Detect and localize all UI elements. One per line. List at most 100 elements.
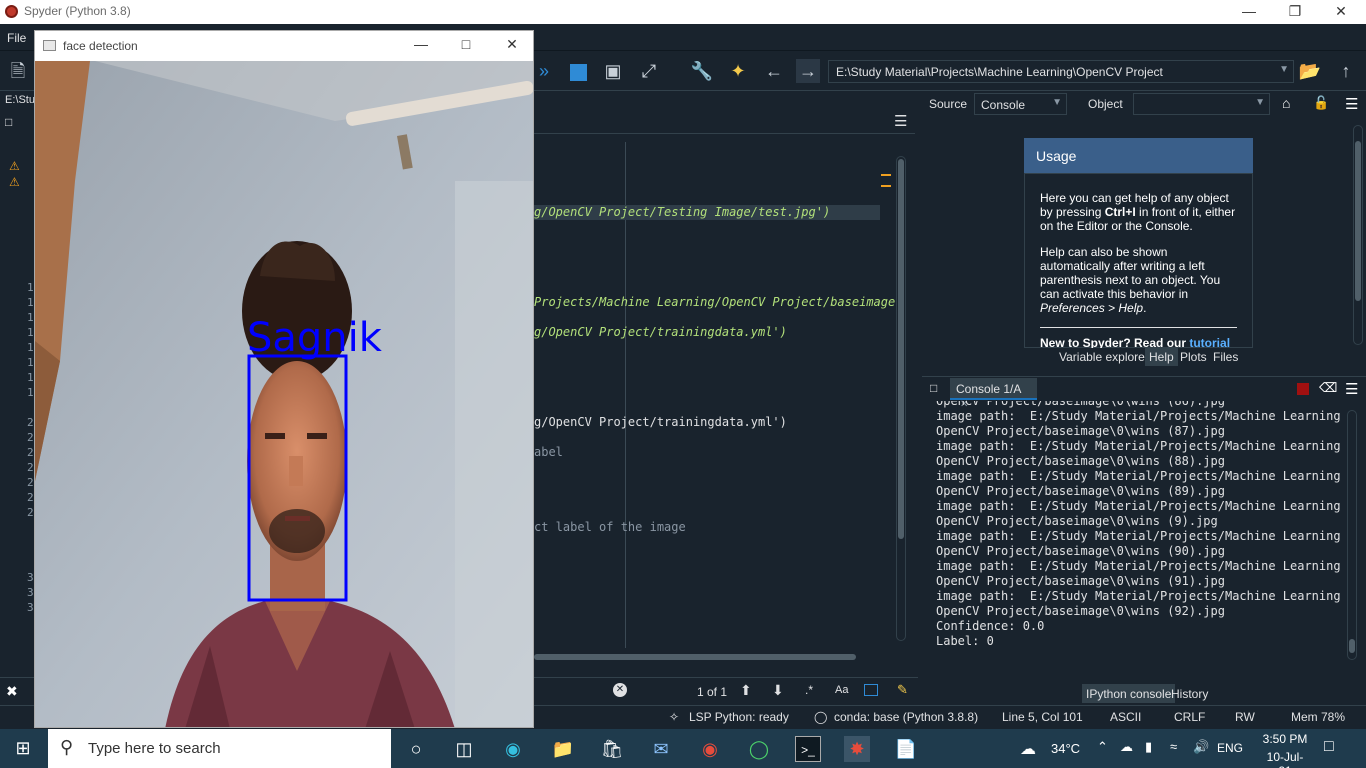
chevron-down-icon[interactable]: ▼: [1255, 97, 1265, 108]
tray-chevron-up-icon[interactable]: ⌃: [1097, 739, 1108, 755]
face-window-title: face detection: [63, 39, 138, 53]
mail-icon[interactable]: ✉: [648, 736, 674, 762]
tab-help[interactable]: Help: [1145, 348, 1178, 366]
lock-icon[interactable]: 🔓: [1313, 95, 1329, 111]
line-number: 2: [27, 416, 34, 429]
console-line: image path: E:/Study Material/Projects/M…: [936, 409, 1341, 423]
edge-icon[interactable]: ◉: [500, 736, 526, 762]
tab-plots[interactable]: Plots: [1176, 348, 1211, 366]
help-scrollbar[interactable]: [1353, 125, 1363, 345]
anaconda-icon[interactable]: ◯: [746, 736, 772, 762]
whole-word-icon[interactable]: [864, 684, 878, 696]
console-line: image path: E:/Study Material/Projects/M…: [936, 439, 1341, 453]
tab-variable-explorer[interactable]: Variable explorer: [1055, 348, 1153, 366]
console-window-icon[interactable]: □: [930, 381, 937, 395]
console-line: image path: E:/Study Material/Projects/M…: [936, 499, 1341, 513]
tab-ipython-console[interactable]: IPython console: [1082, 684, 1176, 703]
task-view-icon[interactable]: ◫: [451, 736, 477, 762]
weather-icon[interactable]: ☁: [1020, 739, 1036, 759]
close-button[interactable]: ✕: [1318, 0, 1364, 24]
file-icon[interactable]: 📄: [893, 736, 919, 762]
maximize-button[interactable]: □: [456, 36, 476, 52]
preferences-wrench-icon[interactable]: 🔧: [690, 59, 714, 83]
run-cell-advance-icon[interactable]: »: [532, 59, 556, 83]
minimize-button[interactable]: —: [1226, 0, 1272, 24]
stop-debug-icon[interactable]: [566, 59, 590, 83]
maximize-pane-icon[interactable]: ▣: [601, 59, 625, 83]
cortana-icon[interactable]: ○: [403, 736, 429, 762]
highlight-icon[interactable]: ✎: [897, 682, 908, 698]
editor-vertical-scrollbar[interactable]: [896, 156, 906, 641]
restore-button[interactable]: ❐: [1272, 0, 1318, 24]
working-directory-input[interactable]: E:\Study Material\Projects\Machine Learn…: [828, 60, 1294, 83]
clear-console-icon[interactable]: ⌫: [1319, 380, 1337, 396]
help-options-menu-icon[interactable]: ☰: [1345, 95, 1358, 113]
face-detection-window[interactable]: face detection — □ ✕ Sagnik: [34, 30, 534, 728]
close-find-icon[interactable]: ✖: [6, 683, 18, 700]
find-previous-icon[interactable]: ⬆: [740, 682, 752, 699]
clear-search-icon[interactable]: ✕: [613, 683, 627, 697]
source-selected-value: Console: [981, 98, 1026, 112]
console-output[interactable]: OpenCV Project/baseimage\0\wins (86).jpg…: [936, 401, 1341, 661]
console-scrollbar[interactable]: [1347, 410, 1357, 660]
new-file-icon[interactable]: 🗎: [6, 59, 30, 83]
home-icon[interactable]: ⌂: [1282, 95, 1290, 111]
tab-console[interactable]: Console 1/A ✕: [950, 378, 1037, 410]
store-icon[interactable]: 🛍: [599, 736, 625, 762]
conda-icon: ◯: [814, 710, 828, 724]
console-options-menu-icon[interactable]: ☰: [1345, 380, 1358, 398]
regex-icon[interactable]: .*: [805, 683, 813, 697]
search-icon: ⚲: [60, 737, 74, 757]
tab-files[interactable]: Files: [1209, 348, 1242, 366]
tab-history[interactable]: History: [1167, 684, 1212, 703]
line-number: 3: [27, 601, 34, 614]
minimize-button[interactable]: —: [411, 36, 431, 52]
back-arrow-icon[interactable]: ←: [762, 59, 786, 83]
file-explorer-icon[interactable]: 📁: [550, 736, 576, 762]
source-select[interactable]: Console ▼: [974, 93, 1067, 115]
wifi-icon[interactable]: ≈: [1170, 739, 1177, 754]
onedrive-icon[interactable]: ☁: [1120, 739, 1133, 755]
chevron-down-icon[interactable]: ▼: [1279, 64, 1289, 75]
volume-icon[interactable]: 🔊: [1193, 739, 1209, 755]
windows-start-icon[interactable]: ⊞: [10, 735, 36, 761]
parent-directory-icon[interactable]: ↑: [1334, 59, 1358, 83]
spyder-taskbar-icon[interactable]: ✸: [844, 736, 870, 762]
line-number: 1: [27, 356, 34, 369]
weather-temp[interactable]: 34°C: [1051, 741, 1080, 756]
usage-shortcut: Ctrl+I: [1104, 205, 1136, 219]
stop-kernel-icon[interactable]: [1297, 383, 1309, 395]
input-language[interactable]: ENG: [1217, 741, 1243, 755]
editor-options-menu-icon[interactable]: ☰: [894, 112, 907, 130]
console-line: OpenCV Project/baseimage\0\wins (86).jpg: [936, 401, 1225, 408]
source-label: Source: [929, 97, 968, 111]
taskbar-search-box[interactable]: ⚲ Type here to search: [48, 729, 391, 768]
chrome-icon[interactable]: ◉: [697, 736, 723, 762]
notifications-icon[interactable]: □: [1324, 738, 1334, 756]
chevron-down-icon[interactable]: ▼: [1052, 97, 1062, 108]
terminal-icon[interactable]: >_: [795, 736, 821, 762]
warning-marker: [881, 185, 891, 187]
browse-folder-icon[interactable]: 📂: [1298, 59, 1322, 83]
clock-date[interactable]: 10-Jul-21: [1260, 750, 1310, 768]
code-line: g/OpenCV Project/trainingdata.yml'): [534, 325, 787, 339]
console-line: image path: E:/Study Material/Projects/M…: [936, 559, 1341, 573]
battery-icon[interactable]: ▮: [1145, 739, 1152, 755]
usage-body: Here you can get help of any object by p…: [1024, 173, 1253, 348]
close-button[interactable]: ✕: [502, 36, 522, 53]
python-path-manager-icon[interactable]: ✦: [726, 59, 750, 83]
clock-time[interactable]: 3:50 PM: [1260, 732, 1310, 746]
pane-window-icon[interactable]: □: [5, 115, 12, 129]
code-editor[interactable]: [530, 110, 915, 670]
object-label: Object: [1088, 97, 1123, 111]
line-number: 2: [27, 431, 34, 444]
line-number: 1: [27, 386, 34, 399]
forward-arrow-icon[interactable]: →: [796, 59, 820, 83]
tutorial-link[interactable]: tutorial: [1189, 336, 1230, 348]
case-sensitive-toggle[interactable]: Aa: [835, 684, 848, 696]
fullscreen-icon[interactable]: ⤢: [637, 59, 661, 83]
editor-horizontal-scrollbar[interactable]: [534, 651, 874, 662]
menu-file[interactable]: File: [7, 31, 26, 45]
find-next-icon[interactable]: ⬇: [772, 682, 784, 699]
object-input[interactable]: ▼: [1133, 93, 1270, 115]
